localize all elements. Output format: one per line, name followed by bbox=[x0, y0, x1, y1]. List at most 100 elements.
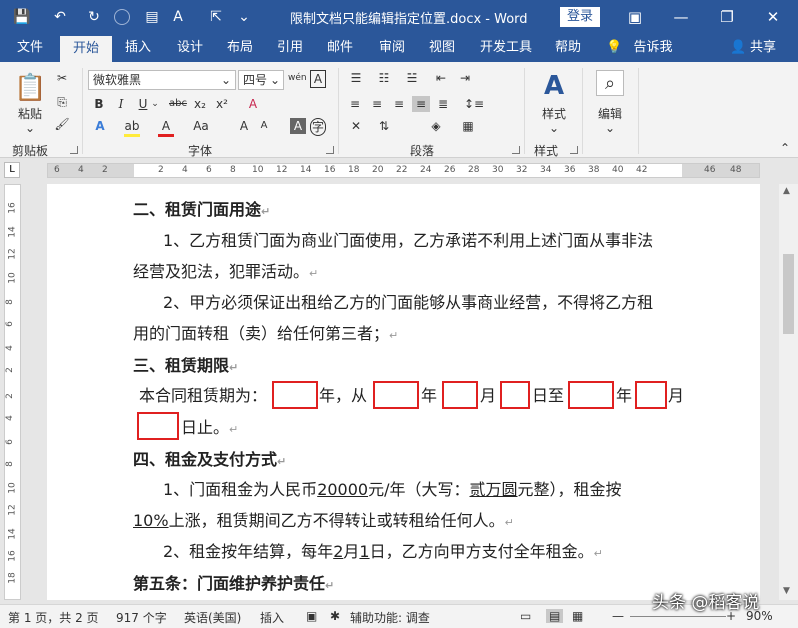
styles-launcher-icon[interactable] bbox=[570, 146, 578, 154]
strikethrough-icon[interactable]: abc bbox=[168, 96, 188, 112]
borders-icon[interactable]: ▦ bbox=[456, 118, 480, 134]
align-center-icon[interactable]: ≡ bbox=[368, 96, 386, 112]
paste-icon[interactable]: 📋 bbox=[14, 72, 46, 104]
macro-record-icon[interactable]: ▣ bbox=[306, 609, 317, 623]
format-icon[interactable]: A bbox=[168, 7, 188, 27]
justify-icon[interactable]: ≡ bbox=[412, 96, 430, 112]
ribbon-display-options-icon[interactable]: ▣ bbox=[612, 0, 658, 34]
vertical-scrollbar[interactable]: ▲ ▼ bbox=[779, 184, 798, 600]
accessibility-status[interactable]: 辅助功能: 调查 bbox=[350, 609, 430, 626]
tab-review[interactable]: 审阅 bbox=[370, 34, 414, 62]
find-icon[interactable]: ⌕ bbox=[596, 70, 624, 96]
new-doc-icon[interactable]: ▤ bbox=[142, 7, 162, 27]
read-mode-icon[interactable]: ▭ bbox=[520, 609, 531, 623]
italic-icon[interactable]: I bbox=[114, 96, 128, 112]
share-button[interactable]: 共享 bbox=[748, 34, 778, 62]
text-effects-icon[interactable]: A bbox=[92, 118, 108, 134]
accessibility-icon[interactable]: ✱ bbox=[330, 609, 340, 623]
highlight-icon[interactable]: ab bbox=[124, 118, 140, 137]
tell-me-search[interactable]: 告诉我 bbox=[628, 34, 678, 62]
redo-icon[interactable]: ↻ bbox=[84, 7, 104, 27]
distributed-icon[interactable]: ≣ bbox=[434, 96, 452, 112]
cut-icon[interactable]: ✂ bbox=[54, 70, 70, 86]
chevron-down-icon[interactable]: ⌄ bbox=[600, 120, 620, 136]
print-layout-icon[interactable]: ▤ bbox=[546, 609, 564, 623]
horizontal-ruler[interactable]: 6 4 2 2 4 6 8 10 12 14 16 18 20 22 24 26… bbox=[47, 163, 760, 178]
word-count[interactable]: 917 个字 bbox=[116, 609, 167, 626]
font-size-box[interactable]: 四号 ⌄ bbox=[238, 70, 284, 90]
lightbulb-icon[interactable]: 💡 bbox=[606, 34, 622, 62]
editable-start-month-box[interactable] bbox=[442, 381, 478, 409]
tab-references[interactable]: 引用 bbox=[268, 34, 312, 62]
document-page[interactable]: 二、租赁门面用途↵ 1、乙方租赁门面为商业门面使用，乙方承诺不利用上述门面从事非… bbox=[47, 184, 760, 600]
copy-icon[interactable]: ⎘ bbox=[54, 94, 70, 110]
align-right-icon[interactable]: ≡ bbox=[390, 96, 408, 112]
select-icon[interactable]: ⇱ bbox=[206, 7, 226, 27]
touch-mode-icon[interactable] bbox=[114, 9, 130, 25]
scroll-thumb[interactable] bbox=[783, 254, 794, 334]
font-name-box[interactable]: 微软雅黑 ⌄ bbox=[88, 70, 236, 90]
editable-year-box[interactable] bbox=[272, 381, 318, 409]
sort-icon[interactable]: ⇅ bbox=[374, 118, 394, 134]
underline-icon[interactable]: U bbox=[136, 96, 150, 112]
clipboard-launcher-icon[interactable] bbox=[70, 146, 78, 154]
char-shading-icon[interactable]: A bbox=[290, 118, 306, 134]
tab-developer[interactable]: 开发工具 bbox=[474, 34, 538, 62]
tab-design[interactable]: 设计 bbox=[168, 34, 212, 62]
tab-file[interactable]: 文件 bbox=[8, 34, 52, 62]
grow-font-icon[interactable]: A bbox=[236, 118, 252, 134]
tab-selector[interactable]: L bbox=[4, 162, 20, 178]
collapse-ribbon-icon[interactable]: ⌃ bbox=[778, 140, 792, 156]
chinese-layout-icon[interactable]: ✕ bbox=[346, 118, 366, 134]
zoom-out-icon[interactable]: — bbox=[612, 609, 624, 623]
editable-end-month-box[interactable] bbox=[635, 381, 667, 409]
superscript-icon[interactable]: x² bbox=[214, 96, 230, 112]
editable-start-year-box[interactable] bbox=[373, 381, 419, 409]
format-painter-icon[interactable]: 🖌 bbox=[54, 116, 70, 132]
restore-button[interactable]: ❐ bbox=[704, 0, 750, 34]
increase-indent-icon[interactable]: ⇥ bbox=[456, 70, 474, 86]
insert-mode[interactable]: 插入 bbox=[260, 609, 284, 626]
undo-icon[interactable]: ↶ bbox=[50, 7, 70, 27]
scroll-up-icon[interactable]: ▲ bbox=[783, 186, 790, 196]
save-icon[interactable]: 💾 bbox=[12, 7, 32, 27]
editable-start-day-box[interactable] bbox=[500, 381, 530, 409]
language[interactable]: 英语(美国) bbox=[184, 609, 241, 626]
multilevel-list-icon[interactable]: ☱ bbox=[402, 70, 422, 86]
customize-qat-icon[interactable]: ⌄ bbox=[234, 7, 254, 27]
phonetic-guide-icon[interactable]: wén bbox=[288, 70, 307, 86]
align-left-icon[interactable]: ≡ bbox=[346, 96, 364, 112]
paragraph-launcher-icon[interactable] bbox=[512, 146, 520, 154]
tab-home[interactable]: 开始 bbox=[60, 36, 112, 62]
font-launcher-icon[interactable] bbox=[326, 146, 334, 154]
char-border-icon[interactable]: A bbox=[310, 70, 326, 88]
shrink-font-icon[interactable]: A bbox=[256, 118, 272, 134]
share-user-icon[interactable]: 👤 bbox=[730, 34, 746, 62]
decrease-indent-icon[interactable]: ⇤ bbox=[432, 70, 450, 86]
numbering-icon[interactable]: ☷ bbox=[374, 70, 394, 86]
chevron-down-icon[interactable]: ⌄ bbox=[150, 96, 160, 112]
paste-dropdown-icon[interactable]: ⌄ bbox=[20, 120, 40, 136]
styles-icon[interactable]: A bbox=[538, 70, 570, 102]
editable-end-year-box[interactable] bbox=[568, 381, 614, 409]
tab-help[interactable]: 帮助 bbox=[546, 34, 590, 62]
clear-format-icon[interactable]: A bbox=[244, 96, 262, 112]
change-case-icon[interactable]: Aa bbox=[190, 118, 212, 134]
bold-icon[interactable]: B bbox=[92, 96, 106, 112]
scroll-down-icon[interactable]: ▼ bbox=[783, 586, 790, 596]
font-color-icon[interactable]: A bbox=[158, 118, 174, 137]
tab-mailings[interactable]: 邮件 bbox=[318, 34, 362, 62]
tab-insert[interactable]: 插入 bbox=[116, 34, 160, 62]
web-layout-icon[interactable]: ▦ bbox=[572, 609, 583, 623]
login-button[interactable]: 登录 bbox=[560, 7, 600, 27]
shading-icon[interactable]: ◈ bbox=[426, 118, 446, 134]
editable-end-day-box[interactable] bbox=[137, 412, 179, 440]
close-button[interactable]: ✕ bbox=[750, 0, 796, 34]
enclose-char-icon[interactable]: 字 bbox=[310, 118, 326, 136]
bullets-icon[interactable]: ☰ bbox=[346, 70, 366, 86]
page-count[interactable]: 第 1 页，共 2 页 bbox=[8, 609, 99, 626]
minimize-button[interactable]: — bbox=[658, 0, 704, 34]
zoom-slider[interactable] bbox=[630, 616, 726, 617]
chevron-down-icon[interactable]: ⌄ bbox=[544, 120, 564, 136]
tab-layout[interactable]: 布局 bbox=[218, 34, 262, 62]
